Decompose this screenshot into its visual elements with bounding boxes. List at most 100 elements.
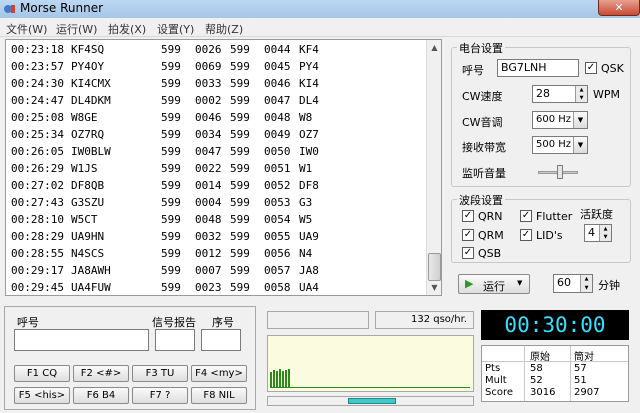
score-pts-label: Pts (485, 363, 501, 374)
bandwidth-select[interactable]: 500 Hz ▼ (532, 136, 588, 154)
score-mult-raw: 52 (530, 375, 543, 386)
his-call-input[interactable] (14, 329, 149, 351)
score-mult-label: Mult (485, 375, 507, 386)
menu-file[interactable]: 文件(W) (6, 21, 47, 37)
wpm-label: CW速度 (462, 90, 503, 103)
graph-bar (273, 370, 275, 387)
log-rst-recv: 599 (230, 111, 250, 124)
log-nr-recv: 0056 (264, 247, 291, 260)
activity-value: 4 (588, 226, 595, 239)
minutes-input[interactable]: 60 ▲ ▼ (553, 274, 593, 293)
chevron-down-icon[interactable]: ▼ (573, 137, 587, 153)
log-rst-sent: 599 (161, 128, 181, 141)
log-nr-recv: 0050 (264, 145, 291, 158)
log-rst-recv: 599 (230, 196, 250, 209)
log-rst-recv: 599 (230, 213, 250, 226)
minutes-spinner[interactable]: ▲ ▼ (580, 275, 592, 292)
log-prefix: KI4 (299, 77, 319, 90)
log-nr-recv: 0046 (264, 77, 291, 90)
log-prefix: G3 (299, 196, 313, 209)
graph-bar (282, 371, 284, 387)
log-nr-recv: 0052 (264, 179, 291, 192)
log-call: KI4CMX (71, 77, 111, 90)
score-total-checked: 2907 (574, 387, 600, 398)
chevron-down-icon[interactable]: ▼ (573, 112, 587, 128)
log-call: DL4DKM (71, 94, 111, 107)
qsk-checkbox[interactable]: ✓ (585, 62, 597, 74)
log-nr-sent: 0022 (195, 162, 222, 175)
qrn-checkbox[interactable]: ✓ (462, 210, 474, 222)
log-prefix: DF8 (299, 179, 319, 192)
nr-input[interactable] (201, 329, 241, 351)
flutter-checkbox[interactable]: ✓ (520, 210, 532, 222)
log-rst-recv: 599 (230, 94, 250, 107)
log-call: W8GE (71, 111, 98, 124)
pitch-select[interactable]: 600 Hz ▼ (532, 111, 588, 129)
log-prefix: OZ7 (299, 128, 319, 141)
log-time: 00:24:30 (11, 77, 64, 90)
menu-run[interactable]: 运行(W) (56, 21, 97, 37)
f1-button[interactable]: F1 CQ (14, 365, 70, 382)
graph-baseline (270, 387, 470, 388)
qrm-checkbox[interactable]: ✓ (462, 229, 474, 241)
log-prefix: UA4 (299, 281, 319, 294)
log-time: 00:28:10 (11, 213, 64, 226)
scroll-up-icon[interactable]: ▲ (428, 41, 441, 54)
log-rst-recv: 599 (230, 247, 250, 260)
f4-button[interactable]: F4 <my> (191, 365, 247, 382)
qrn-label: QRN (478, 210, 503, 223)
log-rst-recv: 599 (230, 179, 250, 192)
log-nr-recv: 0049 (264, 128, 291, 141)
menu-send[interactable]: 拍发(X) (108, 21, 146, 37)
monitor-slider-thumb[interactable] (557, 165, 563, 179)
score-total-label: Score (485, 387, 514, 398)
qsb-checkbox[interactable]: ✓ (462, 247, 474, 259)
monitor-label: 监听音量 (462, 167, 506, 180)
lids-checkbox[interactable]: ✓ (520, 229, 532, 241)
f8-button[interactable]: F8 NIL (191, 387, 247, 404)
activity-spinner[interactable]: ▲ ▼ (599, 225, 611, 241)
run-button[interactable]: ▶ 运行 ▼ (458, 274, 530, 294)
wpm-spinner[interactable]: ▲ ▼ (575, 86, 587, 102)
f6-button[interactable]: F6 B4 (73, 387, 129, 404)
score-mult-checked: 51 (574, 375, 587, 386)
wpm-unit: WPM (593, 88, 621, 101)
score-table: 原始 筒对 Pts 58 57 Mult 52 51 Score 3016 29… (481, 345, 629, 402)
log-nr-recv: 0045 (264, 60, 291, 73)
pitch-value: 600 Hz (536, 114, 572, 125)
band-settings-group: 波段设置 ✓ QRN ✓ Flutter 活跃度 ✓ QRM ✓ LID's 4… (451, 192, 631, 263)
f5-button[interactable]: F5 <his> (14, 387, 70, 404)
log-time: 00:27:02 (11, 179, 64, 192)
my-call-input[interactable]: BG7LNH (497, 59, 579, 77)
qso-log-list[interactable]: ▲ ▼ 00:23:18 KF4SQ 599 0026 599 0044 KF4 00:23:… (5, 39, 442, 296)
log-nr-recv: 0057 (264, 264, 291, 277)
log-nr-sent: 0007 (195, 264, 222, 277)
close-button[interactable]: ✕ (598, 0, 640, 16)
log-rst-sent: 599 (161, 247, 181, 260)
f2-button[interactable]: F2 <#> (73, 365, 129, 382)
log-nr-sent: 0047 (195, 145, 222, 158)
log-rst-sent: 599 (161, 94, 181, 107)
menu-help[interactable]: 帮助(Z) (205, 21, 243, 37)
log-time: 00:23:18 (11, 43, 64, 56)
station-group-title: 电台设置 (457, 40, 505, 56)
title-bar: Morse Runner ✕ (0, 0, 640, 18)
chevron-down-icon[interactable]: ▼ (517, 279, 522, 287)
log-scrollbar[interactable]: ▲ ▼ (426, 40, 441, 295)
log-time: 00:28:55 (11, 247, 64, 260)
nr-label: 序号 (212, 316, 234, 329)
scroll-thumb[interactable] (428, 253, 441, 281)
f7-button[interactable]: F7 ? (132, 387, 188, 404)
f3-button[interactable]: F3 TU (132, 365, 188, 382)
log-nr-sent: 0048 (195, 213, 222, 226)
flutter-label: Flutter (536, 210, 573, 223)
menu-settings[interactable]: 设置(Y) (157, 21, 194, 37)
log-prefix: W8 (299, 111, 313, 124)
score-pts-checked: 57 (574, 363, 587, 374)
wpm-input[interactable]: 28 ▲ ▼ (532, 85, 588, 103)
rst-input[interactable] (155, 329, 195, 351)
scroll-down-icon[interactable]: ▼ (428, 281, 441, 294)
log-prefix: JA8 (299, 264, 319, 277)
activity-input[interactable]: 4 ▲ ▼ (584, 224, 612, 242)
bandwidth-value: 500 Hz (536, 139, 572, 150)
